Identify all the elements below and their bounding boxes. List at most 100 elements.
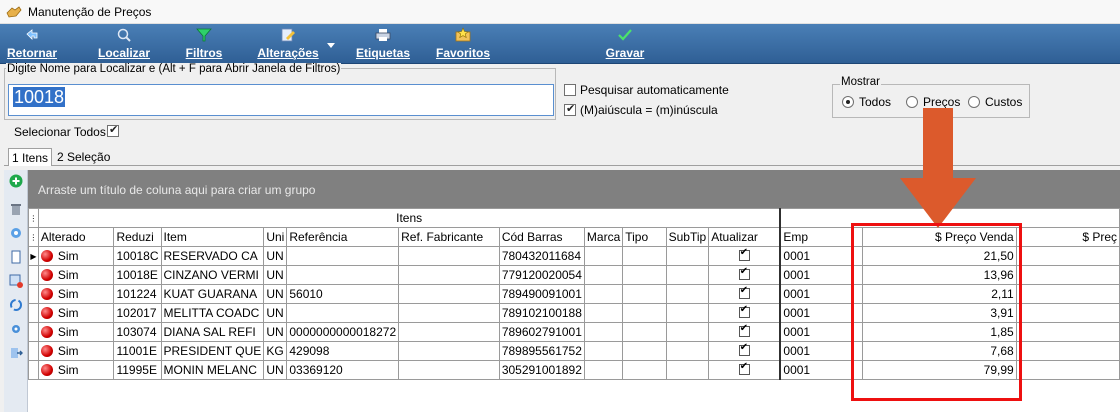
- cell-referencia[interactable]: [286, 265, 400, 285]
- cell-ref-fabricante[interactable]: [398, 341, 500, 361]
- trash-icon[interactable]: [9, 202, 23, 216]
- tab-itens[interactable]: 1 Itens: [8, 148, 53, 166]
- cell-marca[interactable]: [583, 265, 624, 285]
- cell-referencia[interactable]: 56010: [286, 284, 400, 304]
- cell-atualizar[interactable]: [708, 303, 781, 323]
- cell-un[interactable]: UN: [263, 360, 288, 380]
- cell-ref-fabricante[interactable]: [398, 265, 500, 285]
- cell-preco-next[interactable]: [1015, 303, 1120, 323]
- cell-marca[interactable]: [583, 322, 624, 342]
- cell-marca[interactable]: [583, 303, 624, 323]
- gravar-button[interactable]: Gravar: [602, 26, 648, 62]
- cell-ref-fabricante[interactable]: [398, 322, 500, 342]
- cell-preco-next[interactable]: [1015, 265, 1120, 285]
- cell-un[interactable]: UN: [263, 284, 288, 304]
- cell-reduzido[interactable]: 101224: [113, 284, 162, 304]
- cell-emp[interactable]: 0001: [779, 322, 863, 342]
- cell-referencia[interactable]: [286, 246, 400, 266]
- col-preco-next[interactable]: $ Preç: [1015, 227, 1120, 247]
- col-atualizar[interactable]: Atualizar: [708, 227, 781, 247]
- cell-item[interactable]: DIANA SAL REFI: [160, 322, 265, 342]
- cell-ref-fabricante[interactable]: [398, 303, 500, 323]
- table-delete-icon[interactable]: [9, 274, 23, 288]
- atualizar-checkbox[interactable]: [738, 305, 750, 318]
- cell-subtipo[interactable]: [665, 360, 710, 380]
- cell-preco-next[interactable]: [1015, 322, 1120, 342]
- col-referencia[interactable]: Referência: [286, 227, 400, 247]
- cell-alterado[interactable]: Sim: [37, 303, 115, 323]
- cell-tipo[interactable]: [622, 360, 667, 380]
- cell-un[interactable]: UN: [263, 246, 288, 266]
- row-indicator[interactable]: [28, 360, 39, 380]
- cell-cod-barras[interactable]: 780432011684: [498, 246, 585, 266]
- cell-emp[interactable]: 0001: [779, 303, 863, 323]
- row-indicator[interactable]: [28, 322, 39, 342]
- cell-reduzido[interactable]: 10018E: [113, 265, 162, 285]
- cell-reduzido[interactable]: 102017: [113, 303, 162, 323]
- cell-marca[interactable]: [583, 360, 624, 380]
- cell-alterado[interactable]: Sim: [37, 341, 115, 361]
- col-subtipo[interactable]: SubTip: [665, 227, 710, 247]
- select-all-checkbox[interactable]: [107, 123, 119, 137]
- auto-search-checkbox[interactable]: [564, 84, 576, 96]
- cell-emp[interactable]: 0001: [779, 246, 863, 266]
- cell-item[interactable]: PRESIDENT QUE: [160, 341, 265, 361]
- cell-ref-fabricante[interactable]: [398, 360, 500, 380]
- col-marca[interactable]: Marca: [583, 227, 624, 247]
- cell-referencia[interactable]: 03369120: [286, 360, 400, 380]
- cell-referencia[interactable]: 0000000000018272: [286, 322, 400, 342]
- cell-referencia[interactable]: [286, 303, 400, 323]
- cell-referencia[interactable]: 429098: [286, 341, 400, 361]
- cell-un[interactable]: UN: [263, 303, 288, 323]
- cell-emp[interactable]: 0001: [779, 284, 863, 304]
- cell-atualizar[interactable]: [708, 265, 781, 285]
- row-indicator[interactable]: ▶: [28, 246, 39, 266]
- retornar-button[interactable]: Retornar: [2, 26, 62, 62]
- cell-ref-fabricante[interactable]: [398, 246, 500, 266]
- cell-tipo[interactable]: [622, 341, 667, 361]
- row-indicator[interactable]: [28, 341, 39, 361]
- settings-icon[interactable]: [9, 226, 23, 240]
- cell-cod-barras[interactable]: 789895561752: [498, 341, 585, 361]
- cell-atualizar[interactable]: [708, 341, 781, 361]
- cell-atualizar[interactable]: [708, 284, 781, 304]
- col-ref-fabricante[interactable]: Ref. Fabricante: [398, 227, 500, 247]
- cell-subtipo[interactable]: [665, 322, 710, 342]
- cell-reduzido[interactable]: 103074: [113, 322, 162, 342]
- favoritos-button[interactable]: Favoritos: [432, 26, 494, 62]
- cell-emp[interactable]: 0001: [779, 265, 863, 285]
- radio-precos[interactable]: [906, 96, 918, 108]
- col-cod-barras[interactable]: Cód Barras: [498, 227, 585, 247]
- atualizar-checkbox[interactable]: [738, 248, 750, 261]
- cell-cod-barras[interactable]: 789602791001: [498, 322, 585, 342]
- cell-atualizar[interactable]: [708, 360, 781, 380]
- radio-todos[interactable]: [842, 96, 854, 108]
- cell-reduzido[interactable]: 11001E: [113, 341, 162, 361]
- refresh-icon[interactable]: [9, 298, 23, 312]
- cell-tipo[interactable]: [622, 265, 667, 285]
- atualizar-checkbox[interactable]: [738, 343, 750, 356]
- cell-cod-barras[interactable]: 779120020054: [498, 265, 585, 285]
- cell-alterado[interactable]: Sim: [37, 360, 115, 380]
- cell-tipo[interactable]: [622, 284, 667, 304]
- col-emp[interactable]: Emp: [779, 227, 863, 247]
- cell-ref-fabricante[interactable]: [398, 284, 500, 304]
- cell-marca[interactable]: [583, 246, 624, 266]
- col-alterado[interactable]: Alterado: [37, 227, 115, 247]
- atualizar-checkbox[interactable]: [738, 267, 750, 280]
- cell-subtipo[interactable]: [665, 284, 710, 304]
- cell-atualizar[interactable]: [708, 322, 781, 342]
- alteracoes-button[interactable]: Alterações: [252, 26, 324, 62]
- row-indicator[interactable]: [28, 265, 39, 285]
- cell-alterado[interactable]: Sim: [37, 284, 115, 304]
- cell-item[interactable]: MONIN MELANC: [160, 360, 265, 380]
- cell-tipo[interactable]: [622, 246, 667, 266]
- cell-alterado[interactable]: Sim: [37, 322, 115, 342]
- export-icon[interactable]: [9, 346, 23, 360]
- etiquetas-button[interactable]: Etiquetas: [352, 26, 414, 62]
- filtros-button[interactable]: Filtros: [180, 26, 228, 62]
- cell-atualizar[interactable]: [708, 246, 781, 266]
- cell-item[interactable]: RESERVADO CA: [160, 246, 265, 266]
- cell-subtipo[interactable]: [665, 341, 710, 361]
- col-un[interactable]: Uni: [263, 227, 288, 247]
